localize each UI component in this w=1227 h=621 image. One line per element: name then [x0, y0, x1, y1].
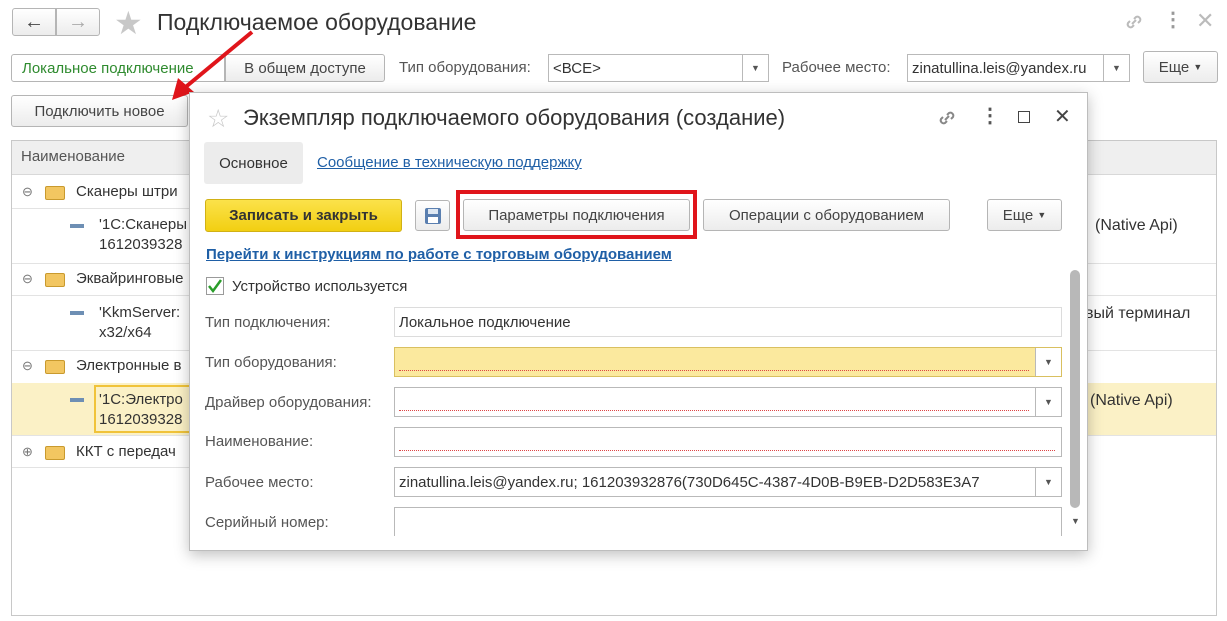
workplace-filter-label: Рабочее место:: [782, 59, 891, 76]
checkmark-icon: [208, 279, 223, 294]
scroll-down-icon[interactable]: ▼: [1071, 516, 1080, 526]
serial-number-field[interactable]: [394, 507, 1062, 537]
more-vert-icon[interactable]: ⋮: [980, 106, 1000, 126]
link-icon[interactable]: [1122, 10, 1146, 34]
chevron-down-icon[interactable]: ▼: [1103, 55, 1129, 81]
favorite-star-icon[interactable]: ☆: [207, 104, 229, 134]
device-used-checkbox[interactable]: [206, 277, 224, 295]
serial-number-label: Серийный номер:: [205, 514, 329, 531]
equipment-type-field[interactable]: ▼: [394, 347, 1062, 377]
table-row-detail: 1612039328: [99, 236, 183, 253]
connect-new-button[interactable]: Подключить новое: [11, 95, 188, 127]
dialog-scrollbar[interactable]: [1070, 270, 1080, 508]
tab-main[interactable]: Основное: [204, 142, 303, 184]
arrow-right-icon: →: [68, 10, 88, 33]
group-name[interactable]: Эквайринговые: [76, 270, 183, 287]
chevron-down-icon[interactable]: ▼: [1035, 348, 1061, 376]
chevron-down-icon: ▼: [1037, 210, 1047, 220]
dialog-more-button[interactable]: Еще ▼: [987, 199, 1062, 231]
workplace-filter[interactable]: zinatullina.leis@yandex.ru ▼: [907, 54, 1130, 82]
save-button[interactable]: [415, 200, 450, 231]
tab-support-message[interactable]: Сообщение в техническую поддержку: [317, 154, 582, 171]
equipment-type-label: Тип оборудования:: [205, 354, 337, 371]
device-used-label: Устройство используется: [232, 278, 408, 295]
connection-type-label: Тип подключения:: [205, 314, 331, 331]
table-row[interactable]: 'KkmServer:: [99, 304, 180, 321]
folder-icon: [45, 446, 65, 460]
item-marker-icon: [70, 224, 84, 228]
folder-icon: [45, 186, 65, 200]
chevron-down-icon[interactable]: ▼: [742, 55, 768, 81]
dialog-title: Экземпляр подключаемого оборудования (со…: [243, 105, 786, 130]
group-name[interactable]: Сканеры штри: [76, 183, 178, 200]
more-button[interactable]: Еще ▼: [1143, 51, 1218, 83]
table-row-right: (Native Api): [1090, 392, 1173, 409]
table-row-right: вый терминал: [1085, 305, 1191, 322]
collapse-icon[interactable]: ⊖: [22, 358, 33, 374]
equipment-operations-button[interactable]: Операции с оборудованием: [703, 199, 950, 231]
equipment-type-filter-label: Тип оборудования:: [399, 59, 531, 76]
folder-icon: [45, 360, 65, 374]
close-icon[interactable]: ✕: [1054, 104, 1071, 129]
table-row[interactable]: '1С:Электро: [99, 391, 183, 408]
instructions-link[interactable]: Перейти к инструкциям по работе с торгов…: [206, 246, 672, 263]
collapse-icon[interactable]: ⊖: [22, 271, 33, 287]
equipment-type-filter[interactable]: <ВСЕ> ▼: [548, 54, 769, 82]
table-row[interactable]: '1С:Сканеры: [99, 216, 187, 233]
item-marker-icon: [70, 398, 84, 402]
table-row-detail: 1612039328: [99, 411, 183, 428]
expand-icon[interactable]: ⊕: [22, 444, 33, 460]
group-name[interactable]: ККТ с передач: [76, 443, 176, 460]
name-label: Наименование:: [205, 433, 314, 450]
close-icon[interactable]: ✕: [1196, 8, 1214, 34]
column-header-name[interactable]: Наименование: [21, 148, 125, 165]
chevron-down-icon[interactable]: ▼: [1035, 468, 1061, 496]
link-icon[interactable]: [935, 106, 959, 130]
forward-button[interactable]: →: [56, 8, 100, 36]
group-name[interactable]: Электронные в: [76, 357, 182, 374]
connection-parameters-button[interactable]: Параметры подключения: [463, 199, 690, 231]
table-row-right: (Native Api): [1095, 217, 1178, 234]
maximize-icon[interactable]: [1018, 111, 1030, 123]
more-vert-icon[interactable]: ⋮: [1163, 10, 1183, 30]
dialog-bottom-mask: [190, 536, 1070, 550]
table-row-detail: x32/x64: [99, 324, 152, 341]
back-button[interactable]: ←: [12, 8, 56, 36]
item-marker-icon: [70, 311, 84, 315]
chevron-down-icon: ▼: [1193, 62, 1203, 72]
arrow-left-icon: ←: [24, 10, 44, 33]
collapse-icon[interactable]: ⊖: [22, 184, 33, 200]
connection-type-field: Локальное подключение: [394, 307, 1062, 337]
folder-icon: [45, 273, 65, 287]
workplace-label: Рабочее место:: [205, 474, 314, 491]
driver-field[interactable]: ▼: [394, 387, 1062, 417]
chevron-down-icon[interactable]: ▼: [1035, 388, 1061, 416]
workplace-field[interactable]: zinatullina.leis@yandex.ru; 161203932876…: [394, 467, 1062, 497]
favorite-star-icon[interactable]: ★: [114, 4, 143, 42]
save-and-close-button[interactable]: Записать и закрыть: [205, 199, 402, 232]
floppy-disk-icon: [424, 207, 441, 224]
driver-label: Драйвер оборудования:: [205, 394, 372, 411]
name-field[interactable]: [394, 427, 1062, 457]
